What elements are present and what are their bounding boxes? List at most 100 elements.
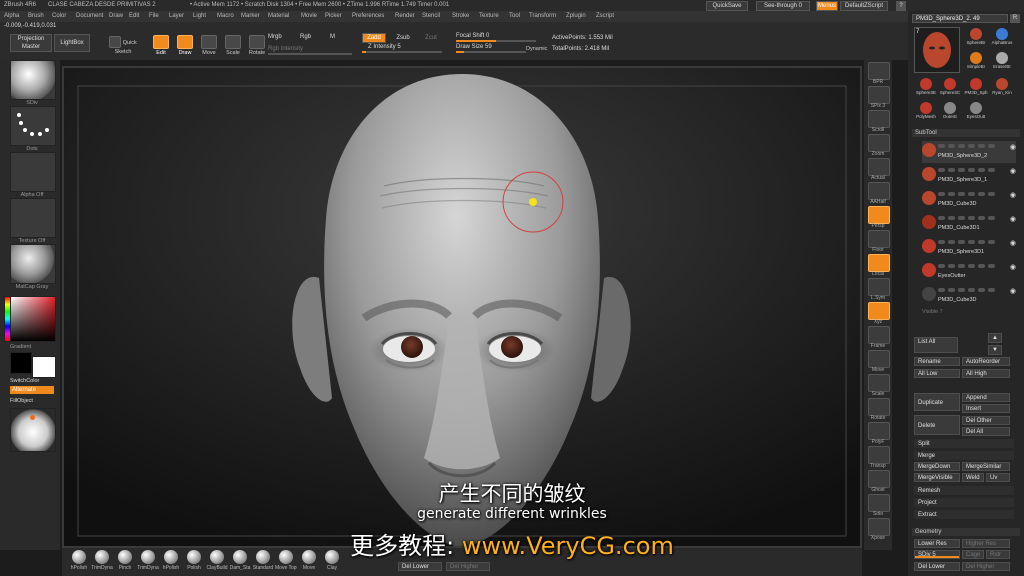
subtool-toggles[interactable] xyxy=(938,240,1008,245)
spix-3-button[interactable] xyxy=(868,86,890,104)
del-all-button[interactable]: Del All xyxy=(962,427,1010,436)
material-thumbnail[interactable] xyxy=(10,244,56,284)
eye-icon[interactable]: ◉ xyxy=(1010,167,1016,175)
tool-thumb[interactable]: Ryan_Kin xyxy=(990,77,1014,99)
delete-button[interactable]: Delete xyxy=(914,415,960,435)
subtool-toggles[interactable] xyxy=(938,288,1008,293)
switchcolor-button[interactable]: SwitchColor xyxy=(10,378,39,384)
polyf-button[interactable] xyxy=(868,422,890,440)
menu-stroke[interactable]: Stroke xyxy=(452,13,469,19)
mergedown-button[interactable]: MergeDown xyxy=(914,462,960,471)
tool-thumb[interactable]: Sphere3E xyxy=(914,77,938,99)
rename-button[interactable]: Rename xyxy=(914,357,960,366)
list-all-button[interactable]: List All xyxy=(914,337,958,353)
stroke-thumbnail[interactable] xyxy=(10,106,56,146)
transp-button[interactable] xyxy=(868,446,890,464)
tray-del-lower-button[interactable]: Del Lower xyxy=(914,562,960,571)
tool-thumb[interactable]: OuterE xyxy=(938,101,962,123)
move-button[interactable] xyxy=(868,350,890,368)
fillobject-button[interactable]: FillObject xyxy=(10,398,33,404)
head-sculpt-render[interactable] xyxy=(64,68,860,546)
tray-del-higher-button[interactable]: Del Higher xyxy=(962,562,1010,571)
menu-stencil[interactable]: Stencil xyxy=(422,13,440,19)
projection-master-button[interactable]: Projection Master xyxy=(10,34,52,52)
subtool-toggles[interactable] xyxy=(938,264,1008,269)
rotate-button[interactable] xyxy=(868,398,890,416)
scale-button[interactable] xyxy=(868,374,890,392)
subtool-toggles[interactable] xyxy=(938,192,1008,197)
all-high-button[interactable]: All High xyxy=(962,369,1010,378)
canvas-viewport[interactable] xyxy=(62,66,862,548)
subtool-row[interactable]: PM3D_Sphere3D1 ◉ xyxy=(922,237,1016,259)
focal-shift-slider[interactable]: Focal Shift 0 xyxy=(456,33,536,42)
menu-zplugin[interactable]: Zplugin xyxy=(566,13,586,19)
alternate-button[interactable]: Alternate xyxy=(10,386,54,394)
zadd-button[interactable]: Zadd xyxy=(362,33,386,43)
menu-file[interactable]: File xyxy=(149,13,159,19)
insert-button[interactable]: Insert xyxy=(962,404,1010,413)
tool-thumbnail[interactable] xyxy=(914,27,960,73)
subtool-toggles[interactable] xyxy=(938,144,1008,149)
actual-button[interactable] xyxy=(868,158,890,176)
menu-layer[interactable]: Layer xyxy=(169,13,184,19)
tool-thumb[interactable]: SphereBr xyxy=(964,27,988,49)
scale-mode-button[interactable]: Scale xyxy=(222,35,244,56)
see-through-slider[interactable]: See-through 0 xyxy=(756,1,810,11)
mergesimilar-button[interactable]: MergeSimilar xyxy=(962,462,1010,471)
lightbox-button[interactable]: LightBox xyxy=(54,34,90,52)
menu-transform[interactable]: Transform xyxy=(529,13,556,19)
move-mode-button[interactable]: Move xyxy=(198,35,220,56)
tool-thumb[interactable]: PM3D_Sph xyxy=(964,77,988,99)
del-lower-button[interactable]: Del Lower xyxy=(398,562,442,571)
texture-thumbnail[interactable] xyxy=(10,198,56,238)
tool-thumb[interactable]: EyesOutt xyxy=(964,101,988,123)
tool-thumb[interactable]: SimpleBr xyxy=(964,51,988,73)
z-intensity-slider[interactable]: Z Intensity 5 xyxy=(362,44,442,53)
edit-mode-button[interactable]: Edit xyxy=(150,35,172,56)
aahalf-button[interactable] xyxy=(868,182,890,200)
subtool-toggles[interactable] xyxy=(938,216,1008,221)
split-section[interactable]: Split xyxy=(914,439,1014,448)
menu-draw[interactable]: Draw xyxy=(109,13,123,19)
menu-movie[interactable]: Movie xyxy=(301,13,317,19)
secondary-color-swatch[interactable] xyxy=(10,352,32,374)
dynamic-toggle[interactable]: Dynamic xyxy=(526,46,547,52)
eye-icon[interactable]: ◉ xyxy=(1010,191,1016,199)
arrow-down-icon[interactable]: ▼ xyxy=(988,345,1002,355)
hue-strip[interactable] xyxy=(4,296,11,342)
subtool-row[interactable]: PM3D_Cube3D1 ◉ xyxy=(922,213,1016,235)
del-higher-button[interactable]: Del Higher xyxy=(446,562,490,571)
rotate-mode-button[interactable]: Rotate xyxy=(246,35,268,56)
alpha-thumbnail[interactable] xyxy=(10,152,56,192)
menu-render[interactable]: Render xyxy=(395,13,415,19)
rgb-button[interactable]: Rgb xyxy=(300,34,322,43)
menu-brush[interactable]: Brush xyxy=(28,13,44,19)
quicksave-button[interactable]: QuickSave xyxy=(706,1,748,11)
tool-thumb[interactable]: Sphere3C xyxy=(938,77,962,99)
all-low-button[interactable]: All Low xyxy=(914,369,960,378)
m-button[interactable]: M xyxy=(330,34,352,43)
zcut-button[interactable]: Zcut xyxy=(420,33,442,43)
merge-section[interactable]: Merge xyxy=(914,451,1014,460)
menu-light[interactable]: Light xyxy=(193,13,206,19)
eye-icon[interactable]: ◉ xyxy=(1010,239,1016,247)
menu-preferences[interactable]: Preferences xyxy=(352,13,384,19)
material-preview[interactable] xyxy=(10,408,56,452)
xyz-button[interactable] xyxy=(868,302,890,320)
subtool-row[interactable]: PM3D_Cube3D ◉ xyxy=(922,285,1016,307)
color-picker[interactable] xyxy=(10,296,56,342)
zoom-button[interactable] xyxy=(868,134,890,152)
frame-button[interactable] xyxy=(868,326,890,344)
help-icon[interactable]: ? xyxy=(896,1,906,11)
draw-mode-button[interactable]: Draw xyxy=(174,35,196,56)
menu-tool[interactable]: Tool xyxy=(509,13,520,19)
subtool-row[interactable]: EyesOutter ◉ xyxy=(922,261,1016,283)
zsub-button[interactable]: Zsub xyxy=(392,33,414,43)
gradient-label[interactable]: Gradient xyxy=(10,344,31,350)
bpr-button[interactable] xyxy=(868,62,890,80)
draw-size-slider[interactable]: Draw Size 59 xyxy=(456,44,526,53)
eye-icon[interactable]: ◉ xyxy=(1010,287,1016,295)
append-button[interactable]: Append xyxy=(962,393,1010,402)
menus-button[interactable]: Menus xyxy=(816,1,838,11)
rgb-intensity-slider[interactable]: Rgb Intensity xyxy=(268,46,352,55)
